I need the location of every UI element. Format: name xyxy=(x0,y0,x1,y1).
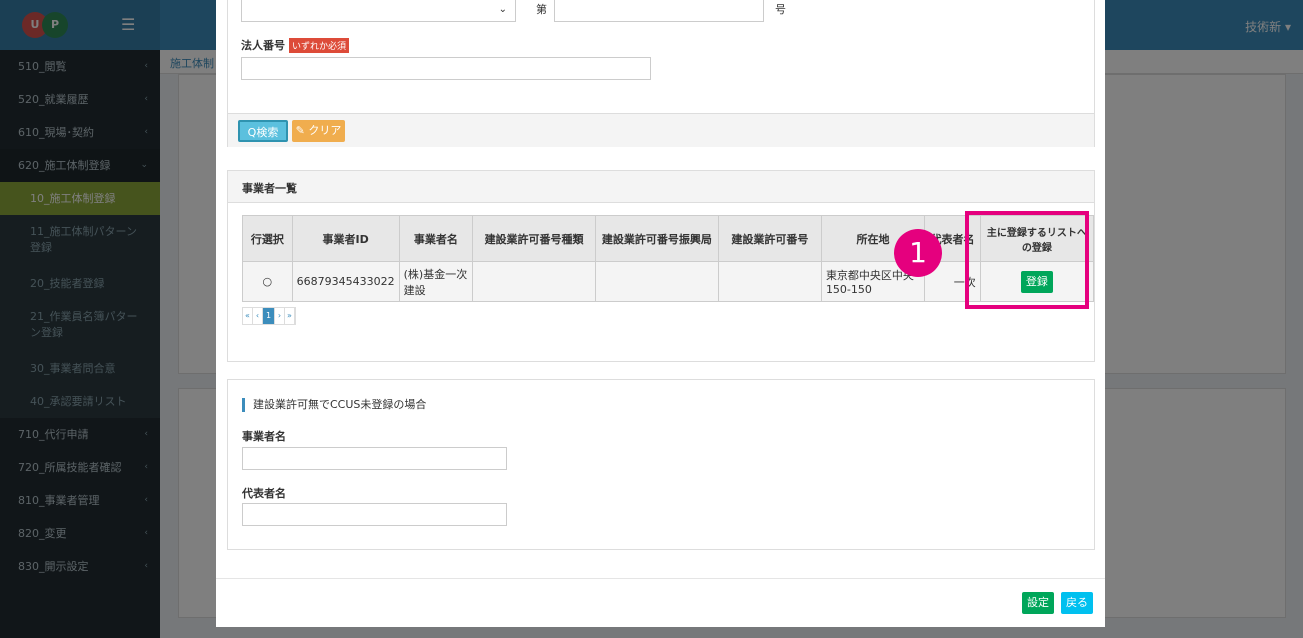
dai-label: 第 xyxy=(536,3,547,16)
col-license-bureau: 建設業許可番号振興局 xyxy=(595,215,719,262)
page-last-icon[interactable]: » xyxy=(285,308,295,324)
search-box-footer: Q検索 ✎ クリア xyxy=(228,113,1094,147)
col-id: 事業者ID xyxy=(291,215,400,262)
number-field[interactable] xyxy=(554,0,764,22)
unregistered-box: 建設業許可無でCCUS未登録の場合 事業者名 代表者名 xyxy=(227,379,1095,550)
row-select-radio[interactable]: ○ xyxy=(242,261,293,302)
company-list-header: 事業者一覧 xyxy=(228,171,1094,203)
cell-license-bureau xyxy=(595,261,719,302)
annotation-step-marker: 1 xyxy=(894,229,942,277)
page-first-icon[interactable]: « xyxy=(243,308,253,324)
company-name-input[interactable] xyxy=(242,447,507,470)
cell-license-number xyxy=(717,261,822,302)
page-prev-icon[interactable]: ‹ xyxy=(253,308,263,324)
cell-company-name: (株)基金一次建設 xyxy=(398,261,474,302)
eraser-icon: ✎ xyxy=(295,124,305,137)
modal-footer-divider xyxy=(216,578,1105,579)
company-name-label: 事業者名 xyxy=(242,430,286,443)
set-button[interactable]: 設定 xyxy=(1022,592,1054,614)
company-list-title: 事業者一覧 xyxy=(242,182,297,195)
clear-button-label: クリア xyxy=(308,124,342,137)
page-next-icon[interactable]: › xyxy=(275,308,285,324)
back-button[interactable]: 戻る xyxy=(1061,592,1093,614)
search-button[interactable]: Q検索 xyxy=(238,120,288,142)
chevron-down-icon: ⌄ xyxy=(498,4,507,15)
select-field[interactable]: ⌄ xyxy=(241,0,516,22)
corp-number-input[interactable] xyxy=(241,57,651,80)
pagination: « ‹ 1 › » xyxy=(242,307,296,325)
col-license-number: 建設業許可番号 xyxy=(717,215,822,262)
modal-dialog: ⌄ 第 号 法人番号 いずれか必須 Q検索 ✎ クリア 事業者一覧 行選択 事業者… xyxy=(216,0,1105,627)
unregistered-title: 建設業許可無でCCUS未登録の場合 xyxy=(242,398,426,412)
col-license-kind: 建設業許可番号種類 xyxy=(472,215,596,262)
annotation-highlight-box xyxy=(965,211,1089,309)
go-label: 号 xyxy=(775,3,786,16)
col-name: 事業者名 xyxy=(398,215,474,262)
cell-company-id: 66879345433022 xyxy=(291,261,400,302)
clear-button[interactable]: ✎ クリア xyxy=(292,120,345,142)
search-box: ⌄ 第 号 法人番号 いずれか必須 Q検索 ✎ クリア xyxy=(227,0,1095,147)
required-badge: いずれか必須 xyxy=(289,38,350,53)
corp-number-label-row: 法人番号 いずれか必須 xyxy=(241,37,350,53)
page-number-current[interactable]: 1 xyxy=(263,308,275,324)
rep-name-label: 代表者名 xyxy=(242,487,286,500)
corp-number-label: 法人番号 xyxy=(241,39,285,52)
cell-license-kind xyxy=(472,261,596,302)
rep-name-input[interactable] xyxy=(242,503,507,526)
col-select: 行選択 xyxy=(242,215,293,262)
